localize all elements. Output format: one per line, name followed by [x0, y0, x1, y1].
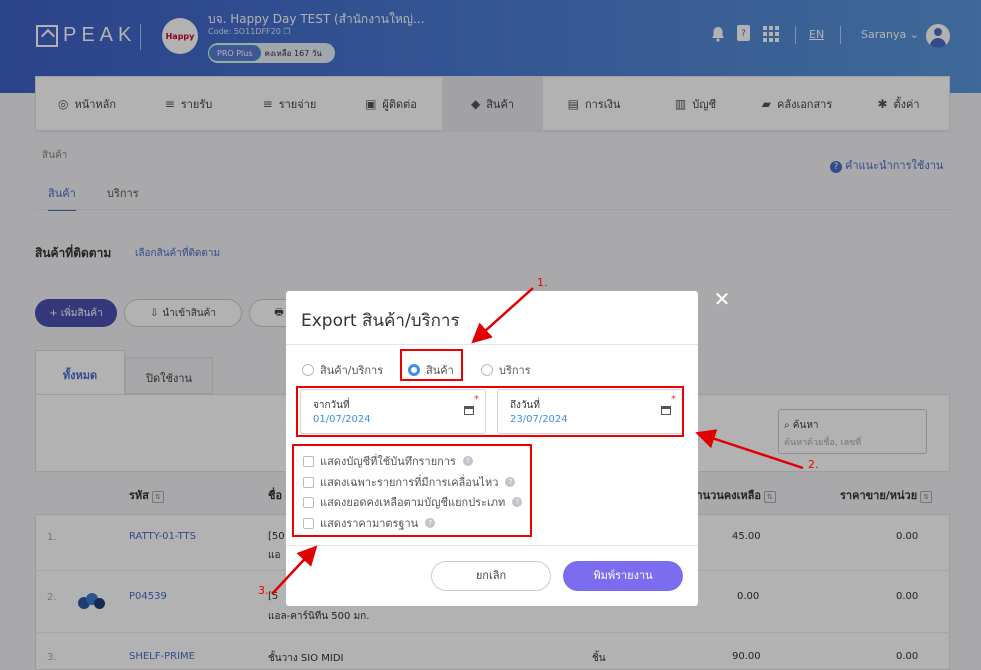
annotation-arrow-1 [471, 287, 534, 344]
annotation-arrow-2 [695, 429, 804, 470]
annotation-arrow-3 [271, 545, 318, 595]
annotation-arrows [271, 287, 804, 595]
